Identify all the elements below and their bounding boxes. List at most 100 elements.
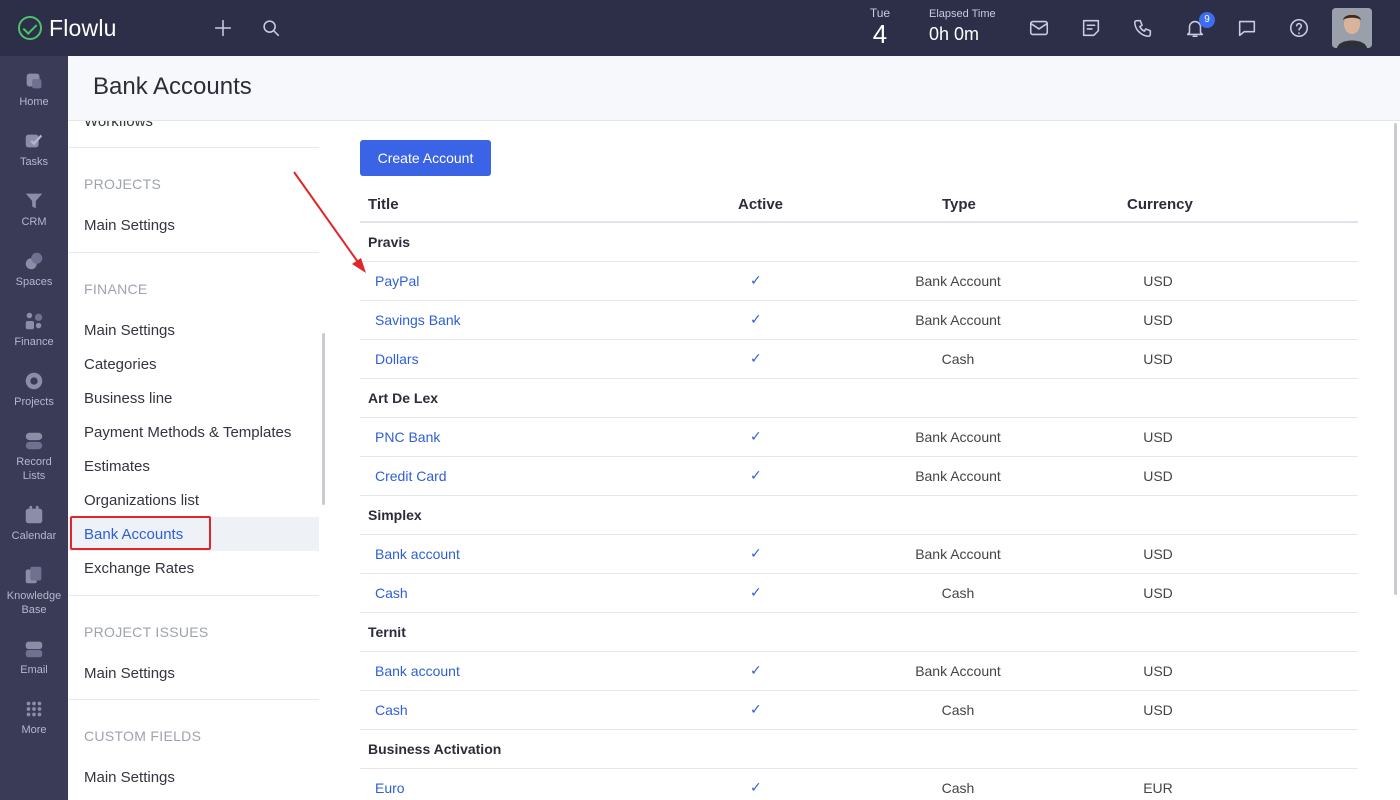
settings-item-categories[interactable]: Categories xyxy=(84,356,157,373)
table-row: Credit Card ✓ Bank Account USD xyxy=(360,457,1358,496)
tasks-icon xyxy=(25,134,43,148)
chat-icon[interactable] xyxy=(1233,14,1261,42)
main-scrollbar[interactable] xyxy=(1394,123,1397,595)
settings-item-custom-fields-main[interactable]: Main Settings xyxy=(84,769,175,786)
table-row: PayPal ✓ Bank Account USD xyxy=(360,262,1358,301)
user-avatar[interactable] xyxy=(1332,8,1372,48)
table-row: Savings Bank ✓ Bank Account USD xyxy=(360,301,1358,340)
active-check-icon: ✓ xyxy=(750,350,762,366)
page-header: Bank Accounts xyxy=(68,56,1400,121)
date-widget[interactable]: Tue 4 xyxy=(862,6,898,48)
nav-label: Projects xyxy=(14,396,54,408)
logo-check-icon xyxy=(18,16,42,40)
calendar-icon xyxy=(25,505,43,524)
nav-item-finance[interactable]: Finance xyxy=(0,310,68,349)
finance-icon xyxy=(25,312,43,330)
account-title-link[interactable]: Bank account xyxy=(375,546,460,562)
active-check-icon: ✓ xyxy=(750,701,762,717)
settings-item-issues-main[interactable]: Main Settings xyxy=(84,665,175,682)
group-row: Art De Lex xyxy=(360,379,1358,418)
group-title: Art De Lex xyxy=(368,390,439,406)
nav-item-projects[interactable]: Projects xyxy=(0,370,68,409)
projects-icon xyxy=(25,372,43,390)
nav-item-calendar[interactable]: Calendar xyxy=(0,504,68,543)
table-row: Euro ✓ Cash EUR xyxy=(360,769,1358,800)
account-title-link[interactable]: Dollars xyxy=(375,351,419,367)
settings-section-projects: PROJECTS xyxy=(84,176,162,192)
nav-label: Knowledge Base xyxy=(6,590,62,616)
account-type: Bank Account xyxy=(915,546,1001,562)
account-type: Cash xyxy=(941,351,975,367)
mail-icon[interactable] xyxy=(1025,14,1053,42)
elapsed-time-widget[interactable]: Elapsed Time 0h 0m xyxy=(929,8,996,45)
account-currency: USD xyxy=(1143,351,1173,367)
plus-icon[interactable] xyxy=(209,14,237,42)
account-title-link[interactable]: Euro xyxy=(375,780,405,796)
nav-item-more[interactable]: More xyxy=(0,698,68,737)
phone-icon[interactable] xyxy=(1129,14,1157,42)
settings-item-estimates[interactable]: Estimates xyxy=(84,458,150,475)
account-currency: USD xyxy=(1143,546,1173,562)
sidebar-scrollbar[interactable] xyxy=(322,333,325,505)
account-type: Cash xyxy=(941,585,975,601)
active-check-icon: ✓ xyxy=(750,545,762,561)
divider xyxy=(68,699,319,700)
active-check-icon: ✓ xyxy=(750,311,762,327)
account-currency: USD xyxy=(1143,312,1173,328)
account-title-link[interactable]: Cash xyxy=(375,585,408,601)
account-title-link[interactable]: PayPal xyxy=(375,273,419,289)
account-title-link[interactable]: PNC Bank xyxy=(375,429,440,445)
active-check-icon: ✓ xyxy=(750,584,762,600)
help-icon[interactable] xyxy=(1285,14,1313,42)
date-number: 4 xyxy=(872,19,888,49)
elapsed-time-value: 0h 0m xyxy=(929,24,980,44)
active-check-icon: ✓ xyxy=(750,467,762,483)
settings-item-projects-main[interactable]: Main Settings xyxy=(84,217,175,234)
email-icon xyxy=(25,641,43,658)
settings-item-finance-main[interactable]: Main Settings xyxy=(84,322,175,339)
account-currency: USD xyxy=(1143,273,1173,289)
nav-item-record-lists[interactable]: Record Lists xyxy=(0,430,68,483)
settings-item-organizations-list[interactable]: Organizations list xyxy=(84,492,199,509)
group-title: Pravis xyxy=(368,234,411,250)
active-check-icon: ✓ xyxy=(750,428,762,444)
divider xyxy=(68,595,319,596)
settings-item-exchange-rates[interactable]: Exchange Rates xyxy=(84,560,194,577)
nav-label: Tasks xyxy=(19,156,49,168)
settings-item-workflows[interactable]: Workflows xyxy=(84,121,153,130)
account-title-link[interactable]: Credit Card xyxy=(375,468,447,484)
table-row: Bank account ✓ Bank Account USD xyxy=(360,652,1358,691)
nav-label: Calendar xyxy=(11,530,57,542)
nav-label: Record Lists xyxy=(16,456,52,482)
nav-item-tasks[interactable]: Tasks xyxy=(0,130,68,169)
app-logo[interactable]: Flowlu xyxy=(18,14,117,42)
nav-item-home[interactable]: Home xyxy=(0,70,68,109)
nav-item-spaces[interactable]: Spaces xyxy=(0,250,68,289)
search-icon[interactable] xyxy=(257,14,285,42)
account-currency: USD xyxy=(1143,702,1173,718)
account-type: Bank Account xyxy=(915,273,1001,289)
nav-item-knowledge-base[interactable]: Knowledge Base xyxy=(0,564,68,617)
create-account-button[interactable]: Create Account xyxy=(360,140,491,176)
account-title-link[interactable]: Bank account xyxy=(375,663,460,679)
nav-label: More xyxy=(21,724,47,736)
nav-item-email[interactable]: Email xyxy=(0,638,68,677)
more-icon xyxy=(26,701,42,717)
notes-icon[interactable] xyxy=(1077,14,1105,42)
account-title-link[interactable]: Cash xyxy=(375,702,408,718)
group-title: Simplex xyxy=(368,507,422,523)
nav-label: Email xyxy=(20,664,48,676)
settings-item-payment-methods[interactable]: Payment Methods & Templates xyxy=(84,424,291,441)
table-row: Cash ✓ Cash USD xyxy=(360,574,1358,613)
account-currency: USD xyxy=(1143,663,1173,679)
app-name: Flowlu xyxy=(49,14,117,41)
account-type: Bank Account xyxy=(915,468,1001,484)
record-lists-icon xyxy=(25,432,43,450)
account-title-link[interactable]: Savings Bank xyxy=(375,312,461,328)
group-row: Pravis xyxy=(360,223,1358,262)
account-type: Cash xyxy=(941,780,975,796)
nav-item-crm[interactable]: CRM xyxy=(0,190,68,229)
nav-label: Spaces xyxy=(15,276,53,288)
settings-item-business-line[interactable]: Business line xyxy=(84,390,172,407)
active-check-icon: ✓ xyxy=(750,272,762,288)
